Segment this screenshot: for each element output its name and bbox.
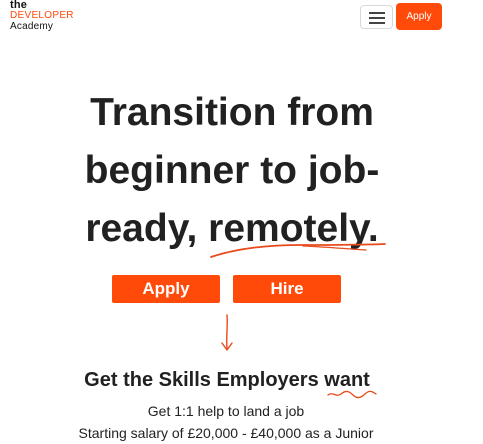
skills-subtext-2: Starting salary of £20,000 - £40,000 as … [78, 425, 374, 441]
arrow-down-icon [221, 314, 233, 351]
hero-heading: Transition from beginner to job- ready, … [0, 84, 464, 258]
logo-academy: Academy [10, 21, 54, 32]
hero-line-2: beginner to job- [84, 149, 380, 192]
skills-subtext-1: Get 1:1 help to land a job [147, 403, 305, 419]
underline-scribble [210, 243, 386, 258]
hero-line-1: Transition from [90, 91, 374, 134]
skills-heading: Get the Skills Employers want [84, 369, 370, 391]
logo-developer: DEVELOPER [10, 10, 74, 21]
site-header: the DEVELOPER Academy Apply [0, 0, 483, 36]
menu-button[interactable] [360, 5, 393, 29]
apply-button[interactable]: Apply [112, 275, 220, 303]
squiggle-underline [327, 390, 377, 399]
header-apply-button[interactable]: Apply [396, 3, 442, 30]
hire-button[interactable]: Hire [233, 275, 341, 303]
logo[interactable]: the DEVELOPER Academy [10, 0, 74, 32]
logo-the: the [10, 0, 28, 11]
